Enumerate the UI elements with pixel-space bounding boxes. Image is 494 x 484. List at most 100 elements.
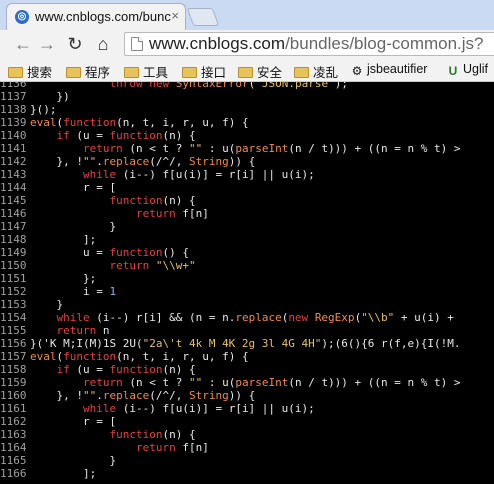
line-number: 1136: [0, 82, 27, 90]
line-number: 1138: [0, 103, 27, 116]
line-number: 1153: [0, 298, 27, 311]
line-number: 1144: [0, 181, 27, 194]
home-button[interactable]: ⌂: [92, 33, 114, 55]
line-number: 1166: [0, 467, 27, 480]
bookmark-security[interactable]: 安全: [238, 62, 282, 81]
code-text: }();: [30, 103, 57, 116]
new-tab-button[interactable]: [186, 8, 220, 26]
forward-button[interactable]: →: [36, 33, 58, 55]
close-icon[interactable]: ×: [171, 8, 179, 23]
code-text: eval(function(n, t, i, r, u, f) {: [30, 116, 249, 129]
code-text: }: [30, 454, 117, 467]
code-line: 1142 }, !"".replace(/^/, String)) {: [0, 155, 255, 168]
code-text: return f[n]: [135, 207, 209, 220]
code-text: return n: [56, 324, 110, 337]
code-line: 1152 i = 1: [0, 285, 116, 298]
line-number: 1156: [0, 337, 27, 350]
code-text: while (i--) r[i] && (n = n.replace(new R…: [56, 311, 454, 324]
code-line: 1147 }: [0, 220, 116, 233]
code-line: 1163 function(n) {: [0, 428, 196, 441]
bookmark-label: 凌乱: [313, 66, 339, 80]
code-line: 1164 return f[n]: [0, 441, 209, 454]
line-number: 1141: [0, 142, 27, 155]
bookmark-label: 接口: [201, 66, 227, 80]
code-text: }: [30, 298, 64, 311]
line-number: 1160: [0, 389, 27, 402]
code-line: 1138}();: [0, 103, 57, 116]
bookmark-label: 程序: [85, 66, 111, 80]
code-line: 1161 while (i--) f[u(i)] = r[i] || u(i);: [0, 402, 315, 415]
line-number: 1157: [0, 350, 27, 363]
code-view[interactable]: 1136 throw new SyntaxError("JSON.parse")…: [0, 82, 494, 484]
line-number: 1164: [0, 441, 27, 454]
tab-strip: ◎ www.cnblogs.com/bunc ×: [0, 0, 494, 30]
code-text: r = [: [30, 181, 117, 194]
bookmark-label: jsbeautifier: [367, 62, 428, 76]
bookmark-misc[interactable]: 凌乱: [294, 62, 338, 81]
bookmark-jsbeautifier[interactable]: ⚙ jsbeautifier: [350, 62, 428, 78]
code-text: function(n) {: [109, 428, 196, 441]
code-text: }, !"".replace(/^/, String)) {: [30, 155, 256, 168]
code-line: 1141 return (n < t ? "" : u(parseInt(n /…: [0, 142, 461, 155]
tab-title: www.cnblogs.com/bunc: [35, 9, 171, 24]
code-line: 1150 return "\\w+": [0, 259, 196, 272]
url-path: /bundles/blog-common.js?: [285, 34, 484, 53]
page-icon: [131, 37, 143, 51]
code-text: return (n < t ? "" : u(parseInt(n / t)))…: [82, 376, 461, 389]
code-line: 1140 if (u = function(n) {: [0, 129, 196, 142]
code-text: throw new SyntaxError("JSON.parse");: [109, 82, 348, 90]
code-text: if (u = function(n) {: [56, 129, 196, 142]
bookmark-search[interactable]: 搜索: [8, 62, 52, 81]
line-number: 1147: [0, 220, 27, 233]
address-url[interactable]: www.cnblogs.com/bundles/blog-common.js?: [149, 34, 484, 54]
bookmark-api[interactable]: 接口: [182, 62, 226, 81]
line-number: 1161: [0, 402, 27, 415]
line-number: 1146: [0, 207, 27, 220]
folder-icon: [8, 67, 23, 78]
code-line: 1166 ];: [0, 467, 96, 480]
code-text: eval(function(n, t, i, r, u, f) {: [30, 350, 249, 363]
line-number: 1152: [0, 285, 27, 298]
line-number: 1145: [0, 194, 27, 207]
code-line: 1145 function(n) {: [0, 194, 196, 207]
bookmark-label: Uglif: [463, 62, 489, 76]
bookmark-programs[interactable]: 程序: [66, 62, 110, 81]
back-button[interactable]: ←: [12, 33, 34, 55]
line-number: 1142: [0, 155, 27, 168]
line-number: 1165: [0, 454, 27, 467]
address-bar[interactable]: www.cnblogs.com/bundles/blog-common.js?: [124, 32, 494, 56]
code-text: return f[n]: [135, 441, 209, 454]
code-text: }: [30, 220, 117, 233]
bookmark-label: 搜索: [27, 66, 53, 80]
folder-icon: [66, 67, 81, 78]
cnblogs-icon: ◎: [15, 10, 29, 24]
code-line: 1153 }: [0, 298, 63, 311]
uglify-icon: U: [448, 64, 458, 78]
code-text: };: [30, 272, 97, 285]
code-text: return (n < t ? "" : u(parseInt(n / t)))…: [82, 142, 461, 155]
code-text: }, !"".replace(/^/, String)) {: [30, 389, 256, 402]
line-number: 1139: [0, 116, 27, 129]
line-number: 1150: [0, 259, 27, 272]
code-text: i = 1: [30, 285, 117, 298]
bookmarks-bar: 搜索 程序 工具 接口 安全 凌乱 ⚙ jsbeautifier U Uglif: [0, 58, 494, 82]
code-text: ];: [30, 467, 97, 480]
code-line: 1143 while (i--) f[u(i)] = r[i] || u(i);: [0, 168, 315, 181]
line-number: 1140: [0, 129, 27, 142]
reload-button[interactable]: ↻: [64, 33, 86, 55]
code-text: u = function() {: [30, 246, 189, 259]
code-line: 1136 throw new SyntaxError("JSON.parse")…: [0, 82, 348, 90]
code-text: if (u = function(n) {: [56, 363, 196, 376]
tab-active[interactable]: ◎ www.cnblogs.com/bunc ×: [6, 3, 186, 30]
code-line: 1155 return n: [0, 324, 110, 337]
jsbeautifier-icon: ⚙: [351, 64, 363, 78]
bookmark-uglify[interactable]: U Uglif: [446, 62, 488, 78]
line-number: 1143: [0, 168, 27, 181]
code-line: 1146 return f[n]: [0, 207, 209, 220]
code-text: ];: [30, 233, 97, 246]
bookmark-label: 安全: [257, 66, 283, 80]
code-line: 1157 eval(function(n, t, i, r, u, f) {: [0, 350, 249, 363]
code-line: 1156}('K M;I(M)1S 2U("2a\'t 4k M 4K 2g 3…: [0, 337, 460, 350]
folder-icon: [238, 67, 253, 78]
bookmark-tools[interactable]: 工具: [124, 62, 168, 81]
